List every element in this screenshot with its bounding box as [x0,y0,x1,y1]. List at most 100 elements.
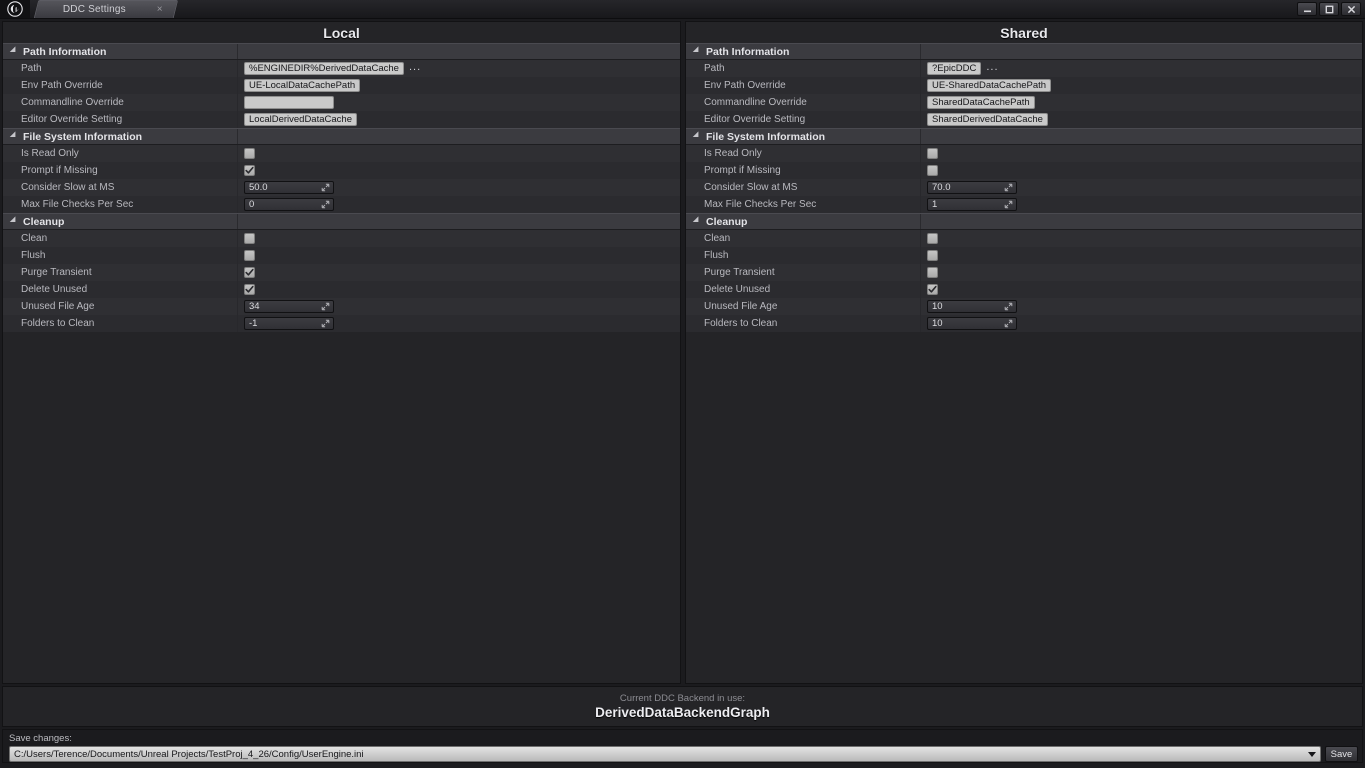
property-row: Env Path Override UE-LocalDataCachePath [3,77,680,94]
section-label: File System Information [23,130,143,143]
drag-arrows-icon[interactable] [1004,319,1013,328]
drag-arrows-icon[interactable] [1004,200,1013,209]
property-label-path: Path [21,63,42,74]
property-value-max-file-checks-per-sec: 1 [920,196,1362,213]
checkbox-delete-unused[interactable] [927,284,938,295]
checkbox-clean[interactable] [927,233,938,244]
section-header-file-system-information-shared[interactable]: File System Information [686,128,1362,145]
close-icon[interactable] [1341,2,1361,16]
numeric-field-max-file-checks-per-sec[interactable]: 1 [927,198,1017,211]
text-field-path[interactable]: %ENGINEDIR%DerivedDataCache [244,62,404,75]
numeric-field-consider-slow-at-ms[interactable]: 70.0 [927,181,1017,194]
drag-arrows-icon[interactable] [321,183,330,192]
checkbox-purge-transient[interactable] [244,267,255,278]
property-row: Purge Transient [686,264,1362,281]
titlebar-drag-area[interactable] [176,0,1297,18]
chevron-down-icon[interactable] [692,45,702,55]
text-field-commandline-override[interactable]: SharedDataCachePath [927,96,1035,109]
drag-arrows-icon[interactable] [321,200,330,209]
checkbox-purge-transient[interactable] [927,267,938,278]
section-label: Cleanup [23,215,65,228]
checkbox-flush[interactable] [927,250,938,261]
numeric-value: 34 [249,301,260,312]
section-header-cleanup-local[interactable]: Cleanup [3,213,680,230]
property-value-editor-override-setting: SharedDerivedDataCache [920,111,1362,128]
property-value-clean [237,230,680,247]
chevron-down-icon[interactable] [9,45,19,55]
text-field-editor-override-setting[interactable]: LocalDerivedDataCache [244,113,357,126]
chevron-down-icon[interactable] [9,215,19,225]
section-header-path-information-shared[interactable]: Path Information [686,43,1362,60]
workspace: Local Path Information Path %ENGINEDIR%Der… [0,19,1365,768]
property-label-env-path-override: Env Path Override [21,80,103,91]
numeric-field-max-file-checks-per-sec[interactable]: 0 [244,198,334,211]
chevron-down-icon[interactable] [692,130,702,140]
property-row: Folders to Clean -1 [3,315,680,332]
panel-empty-area-shared [686,332,1362,683]
section-header-cleanup-shared[interactable]: Cleanup [686,213,1362,230]
property-label-purge-transient: Purge Transient [704,267,775,278]
save-button[interactable]: Save [1325,746,1358,763]
property-label-commandline-override: Commandline Override [21,97,124,108]
property-label-folders-to-clean: Folders to Clean [21,318,95,329]
property-row: Max File Checks Per Sec 0 [3,196,680,213]
section-header-left: Cleanup [3,214,237,229]
property-row: Clean [686,230,1362,247]
text-field-env-path-override[interactable]: UE-SharedDataCachePath [927,79,1052,92]
property-label-prompt-if-missing: Prompt if Missing [704,165,781,176]
drag-arrows-icon[interactable] [321,302,330,311]
drag-arrows-icon[interactable] [1004,302,1013,311]
checkbox-is-read-only[interactable] [927,148,938,159]
chevron-down-icon[interactable] [1308,751,1316,757]
drag-arrows-icon[interactable] [321,319,330,328]
config-file-path: C:/Users/Terence/Documents/Unreal Projec… [14,748,364,760]
numeric-field-consider-slow-at-ms[interactable]: 50.0 [244,181,334,194]
property-value-commandline-override [237,94,680,111]
close-icon[interactable]: × [157,3,163,17]
property-label-unused-file-age: Unused File Age [704,301,778,312]
chevron-down-icon[interactable] [692,215,702,225]
property-value-is-read-only [237,145,680,162]
checkbox-prompt-if-missing[interactable] [244,165,255,176]
checkbox-is-read-only[interactable] [244,148,255,159]
section-header-file-system-information-local[interactable]: File System Information [3,128,680,145]
maximize-icon[interactable] [1319,2,1339,16]
numeric-field-folders-to-clean[interactable]: -1 [244,317,334,330]
property-label-editor-override-setting: Editor Override Setting [704,114,806,125]
text-field-path[interactable]: ?EpicDDC [927,62,982,75]
section-label: Cleanup [706,215,748,228]
config-file-combobox[interactable]: C:/Users/Terence/Documents/Unreal Projec… [9,746,1321,763]
save-row: C:/Users/Terence/Documents/Unreal Projec… [9,746,1358,763]
checkbox-delete-unused[interactable] [244,284,255,295]
property-row: Commandline Override SharedDataCachePath [686,94,1362,111]
property-label-is-read-only: Is Read Only [21,148,79,159]
property-row: Flush [686,247,1362,264]
text-field-env-path-override[interactable]: UE-LocalDataCachePath [244,79,361,92]
numeric-value: 10 [932,301,943,312]
browse-ellipsis-button[interactable]: ... [986,62,998,74]
property-row: Is Read Only [3,145,680,162]
numeric-value: -1 [249,318,258,329]
drag-arrows-icon[interactable] [1004,183,1013,192]
section-header-path-information-local[interactable]: Path Information [3,43,680,60]
numeric-field-unused-file-age[interactable]: 34 [244,300,334,313]
property-label-folders-to-clean: Folders to Clean [704,318,778,329]
property-row: Editor Override Setting LocalDerivedDataC… [3,111,680,128]
browse-ellipsis-button[interactable]: ... [409,62,421,74]
text-field-commandline-override[interactable] [244,96,334,109]
property-label-clean: Clean [704,233,731,244]
text-field-editor-override-setting[interactable]: SharedDerivedDataCache [927,113,1048,126]
tab-ddc-settings[interactable]: DDC Settings × [33,0,179,18]
settings-panes: Local Path Information Path %ENGINEDIR%Der… [2,21,1363,684]
property-label-delete-unused: Delete Unused [21,284,88,295]
property-value-is-read-only [920,145,1362,162]
checkbox-prompt-if-missing[interactable] [927,165,938,176]
checkbox-flush[interactable] [244,250,255,261]
chevron-down-icon[interactable] [9,130,19,140]
minimize-icon[interactable] [1297,2,1317,16]
property-label-commandline-override: Commandline Override [704,97,807,108]
numeric-field-folders-to-clean[interactable]: 10 [927,317,1017,330]
save-bar: Save changes: C:/Users/Terence/Documents… [2,729,1363,764]
numeric-field-unused-file-age[interactable]: 10 [927,300,1017,313]
checkbox-clean[interactable] [244,233,255,244]
